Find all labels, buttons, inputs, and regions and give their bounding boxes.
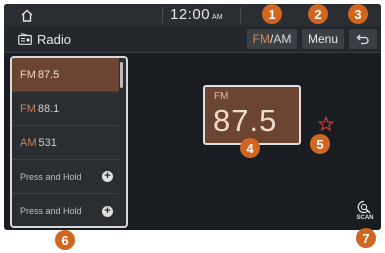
- preset-empty-label: Press and Hold: [20, 171, 82, 182]
- scan-icon: [357, 200, 371, 214]
- preset-item-2[interactable]: FM 88.1: [12, 92, 119, 126]
- scan-button[interactable]: SCAN: [352, 200, 378, 226]
- back-icon: [356, 34, 369, 45]
- callout-5: 5: [310, 134, 330, 154]
- status-divider: [240, 7, 241, 23]
- page-title: Radio: [37, 32, 71, 47]
- favorite-star-icon[interactable]: [318, 116, 334, 132]
- callout-2: 2: [308, 4, 328, 24]
- station-frequency: 87.5: [213, 103, 278, 138]
- clock: 12:00 AM: [170, 6, 223, 23]
- preset-empty-label: Press and Hold: [20, 206, 82, 216]
- back-button[interactable]: [349, 29, 377, 49]
- status-divider: [162, 7, 163, 23]
- fm-am-toggle-button[interactable]: FM / AM: [247, 29, 297, 49]
- home-button[interactable]: [14, 6, 40, 24]
- menu-button[interactable]: Menu: [302, 29, 344, 49]
- callout-6: 6: [55, 230, 75, 250]
- callout-7: 7: [356, 228, 376, 248]
- plus-icon: +: [102, 205, 113, 217]
- radio-screen: 12:00 AM Radio FM / AM Menu FM 87.5 FM 88.: [4, 4, 381, 230]
- preset-band: FM: [20, 68, 36, 81]
- preset-item-1[interactable]: FM 87.5: [12, 58, 119, 92]
- callout-3: 3: [348, 4, 368, 24]
- clock-time: 12:00: [170, 6, 211, 23]
- list-scrollbar[interactable]: [120, 62, 123, 88]
- title-bar: Radio FM / AM Menu: [4, 26, 381, 53]
- preset-band: FM: [20, 102, 36, 115]
- clock-ampm: AM: [212, 14, 223, 21]
- preset-frequency: 88.1: [37, 102, 60, 115]
- preset-band: AM: [20, 136, 37, 149]
- preset-item-3[interactable]: AM 531: [12, 126, 119, 160]
- preset-frequency: 531: [38, 136, 57, 149]
- plus-icon: +: [102, 171, 113, 182]
- station-band: FM: [214, 91, 229, 102]
- scan-label: SCAN: [356, 215, 374, 221]
- radio-icon: [18, 33, 32, 45]
- callout-1: 1: [262, 4, 282, 24]
- preset-frequency: 87.5: [37, 68, 60, 81]
- preset-item-4[interactable]: Press and Hold +: [12, 160, 119, 194]
- callout-4: 4: [240, 138, 260, 158]
- am-label: AM: [273, 32, 292, 46]
- home-icon: [21, 9, 33, 22]
- current-station: FM 87.5: [203, 85, 301, 145]
- preset-item-5[interactable]: Press and Hold +: [12, 194, 119, 226]
- preset-list[interactable]: FM 87.5 FM 88.1 AM 531 Press and Hold + …: [10, 56, 128, 228]
- fm-label: FM: [252, 32, 270, 46]
